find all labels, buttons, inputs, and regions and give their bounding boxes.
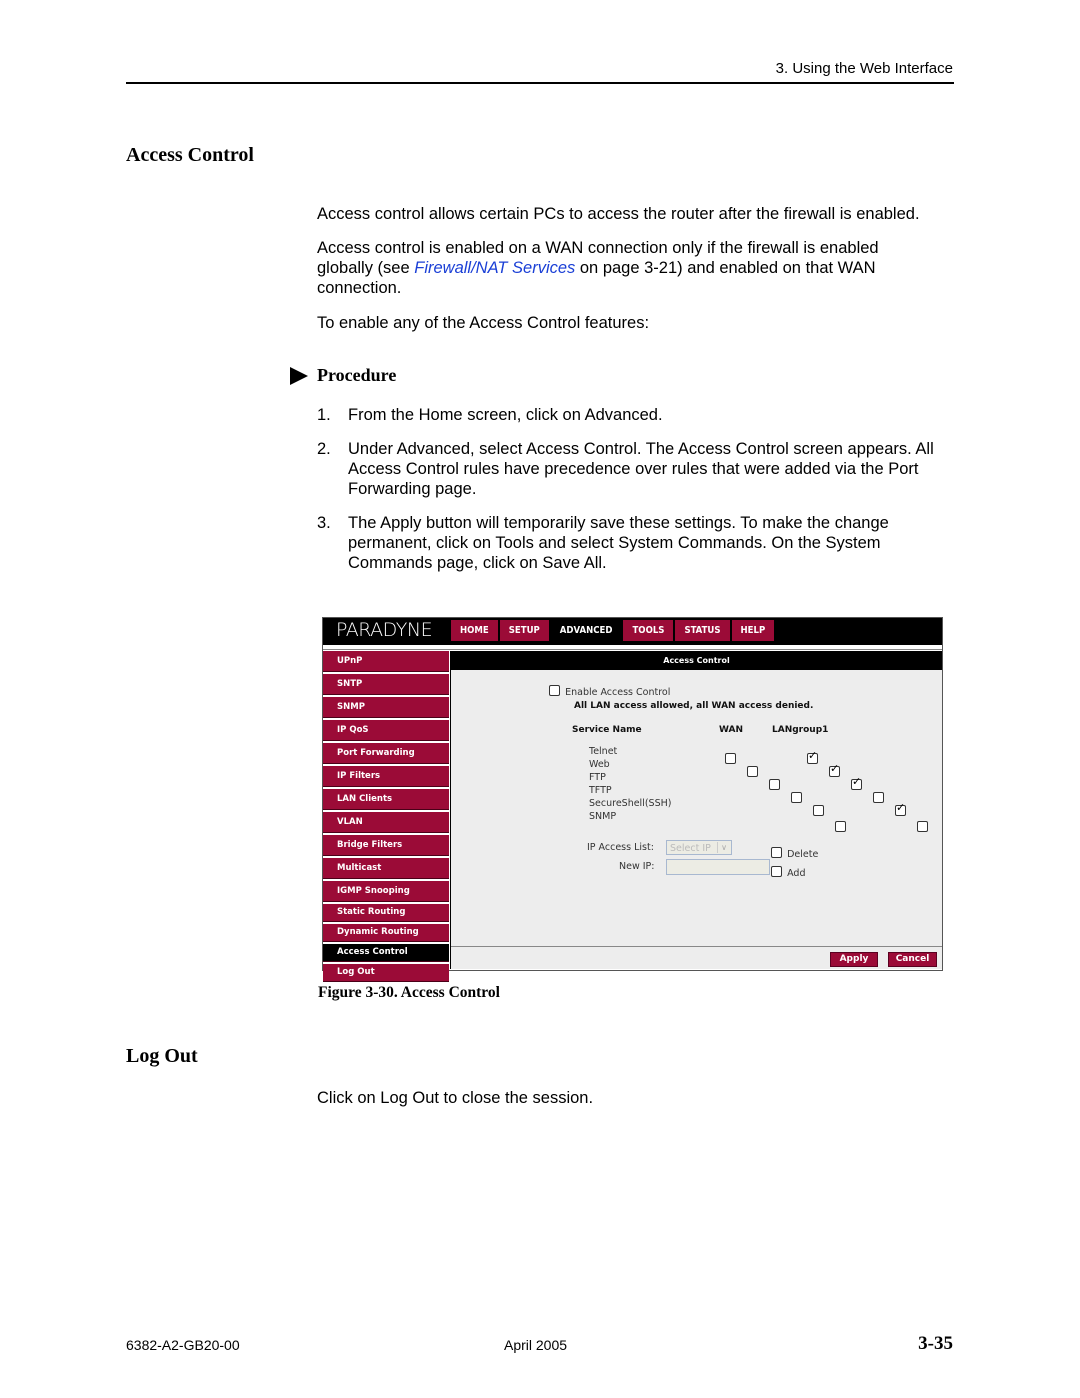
access-control-screenshot: PARADYNE HOME SETUP ADVANCED TOOLS STATU… (322, 617, 943, 982)
footer-doc-number: 6382-A2-GB20-00 (126, 1337, 240, 1353)
wan-checkbox[interactable] (791, 792, 802, 803)
step-number: 2. (317, 440, 331, 458)
wan-checkbox[interactable] (747, 766, 758, 777)
status-message: All LAN access allowed, all WAN access d… (574, 701, 814, 711)
sidebar-item-multicast[interactable]: Multicast (323, 858, 449, 879)
new-ip-input[interactable] (666, 859, 770, 875)
nav-help[interactable]: HELP (731, 620, 775, 641)
sidebar-item-port-forwarding[interactable]: Port Forwarding (323, 743, 449, 764)
header-rule (126, 82, 954, 84)
langroup1-checkbox[interactable] (851, 775, 862, 790)
service-name: SecureShell(SSH) (589, 798, 672, 809)
enable-access-control-label: Enable Access Control (565, 687, 671, 698)
apply-button[interactable]: Apply (830, 952, 878, 967)
service-name: FTP (589, 772, 606, 783)
top-bar: PARADYNE HOME SETUP ADVANCED TOOLS STATU… (323, 618, 942, 645)
enable-row: Enable Access Control (549, 680, 670, 699)
delete-label: Delete (787, 849, 819, 860)
sidebar-item-ip-filters[interactable]: IP Filters (323, 766, 449, 787)
sidebar-item-log-out[interactable]: Log Out (323, 964, 449, 982)
procedure-steps: 1. From the Home screen, click on Advance… (317, 405, 957, 587)
paragraph-log-out: Click on Log Out to close the session. (317, 1089, 594, 1107)
paragraph-wan: Access control is enabled on a WAN conne… (317, 238, 927, 298)
step-text: The Apply button will temporarily save t… (348, 514, 889, 572)
delete-checkbox[interactable] (771, 847, 782, 858)
nav-separator (323, 645, 942, 650)
sidebar: UPnP SNTP SNMP IP QoS Port Forwarding IP… (323, 651, 449, 984)
wan-checkbox[interactable] (813, 805, 824, 816)
enable-access-control-checkbox[interactable] (549, 685, 560, 696)
footer-page-number: 3-35 (918, 1333, 953, 1354)
panel-title: Access Control (451, 651, 942, 670)
delete-row: Delete (771, 842, 818, 861)
figure-caption: Figure 3-30. Access Control (318, 984, 500, 1001)
paradyne-logo: PARADYNE (336, 619, 433, 641)
sidebar-item-vlan[interactable]: VLAN (323, 812, 449, 833)
sidebar-item-access-control[interactable]: Access Control (323, 944, 449, 962)
sidebar-item-snmp[interactable]: SNMP (323, 697, 449, 718)
service-rows: Telnet Web FTP TFTP SecureShell(SSH) SNMP (451, 670, 942, 832)
sidebar-item-sntp[interactable]: SNTP (323, 674, 449, 695)
new-ip-label: New IP: (619, 861, 655, 872)
paragraph-enable: To enable any of the Access Control feat… (317, 314, 650, 332)
footer-date: April 2005 (504, 1337, 568, 1353)
add-row: Add (771, 861, 806, 880)
sidebar-item-dynamic-routing[interactable]: Dynamic Routing (323, 924, 449, 942)
langroup1-checkbox[interactable] (807, 749, 818, 764)
ip-access-list-select[interactable]: Select IP ∨ (666, 840, 732, 855)
nav-tools[interactable]: TOOLS (623, 620, 674, 641)
langroup1-checkbox[interactable] (917, 821, 928, 832)
cancel-button[interactable]: Cancel (888, 952, 937, 967)
panel-content: Enable Access Control All LAN access all… (451, 670, 942, 967)
nav-setup[interactable]: SETUP (499, 620, 549, 641)
langroup1-checkbox[interactable] (873, 792, 884, 803)
section-title-log-out: Log Out (126, 1045, 198, 1067)
procedure-heading: Procedure (290, 365, 396, 386)
wan-checkbox[interactable] (835, 821, 846, 832)
section-title-access-control: Access Control (126, 144, 254, 166)
step-number: 1. (317, 406, 331, 424)
add-label: Add (787, 868, 806, 879)
paragraph-intro: Access control allows certain PCs to acc… (317, 205, 920, 223)
service-name: Web (589, 759, 610, 770)
ip-access-list-value: Select IP (670, 843, 711, 854)
sidebar-item-lan-clients[interactable]: LAN Clients (323, 789, 449, 810)
main-panel: Access Control Enable Access Control All… (450, 651, 942, 969)
wan-checkbox[interactable] (725, 753, 736, 764)
step-text: From the Home screen, click on Advanced. (348, 406, 663, 424)
step-item: 2. Under Advanced, select Access Control.… (317, 439, 957, 499)
main-nav: HOME SETUP ADVANCED TOOLS STATUS HELP (451, 620, 776, 641)
nav-status[interactable]: STATUS (675, 620, 730, 641)
service-name: TFTP (589, 785, 612, 796)
wan-checkbox[interactable] (769, 779, 780, 790)
add-checkbox[interactable] (771, 866, 782, 877)
sidebar-item-upnp[interactable]: UPnP (323, 651, 449, 672)
step-number: 3. (317, 514, 331, 532)
sidebar-item-bridge-filters[interactable]: Bridge Filters (323, 835, 449, 856)
footer-divider (451, 946, 942, 947)
service-name: Telnet (589, 746, 618, 757)
sidebar-item-ip-qos[interactable]: IP QoS (323, 720, 449, 741)
step-item: 3. The Apply button will temporarily save… (317, 513, 957, 573)
ip-access-list-label: IP Access List: (587, 842, 654, 853)
col-langroup1: LANgroup1 (772, 725, 829, 735)
langroup1-checkbox[interactable] (829, 762, 840, 777)
step-text: Under Advanced, select Access Control. T… (348, 440, 934, 498)
step-item: 1. From the Home screen, click on Advance… (317, 405, 957, 425)
langroup1-checkbox[interactable] (895, 801, 906, 816)
procedure-label: Procedure (317, 365, 397, 385)
firewall-nat-link[interactable]: Firewall/NAT Services (414, 259, 575, 277)
triangle-arrow-icon (290, 366, 308, 385)
col-service-name: Service Name (572, 725, 642, 735)
nav-advanced[interactable]: ADVANCED (550, 620, 622, 641)
running-head: 3. Using the Web Interface (775, 60, 953, 77)
sidebar-item-igmp-snooping[interactable]: IGMP Snooping (323, 881, 449, 902)
service-name: SNMP (589, 811, 617, 822)
chevron-down-icon: ∨ (717, 842, 730, 853)
col-wan: WAN (719, 725, 744, 735)
nav-home[interactable]: HOME (451, 620, 498, 641)
sidebar-item-static-routing[interactable]: Static Routing (323, 904, 449, 922)
